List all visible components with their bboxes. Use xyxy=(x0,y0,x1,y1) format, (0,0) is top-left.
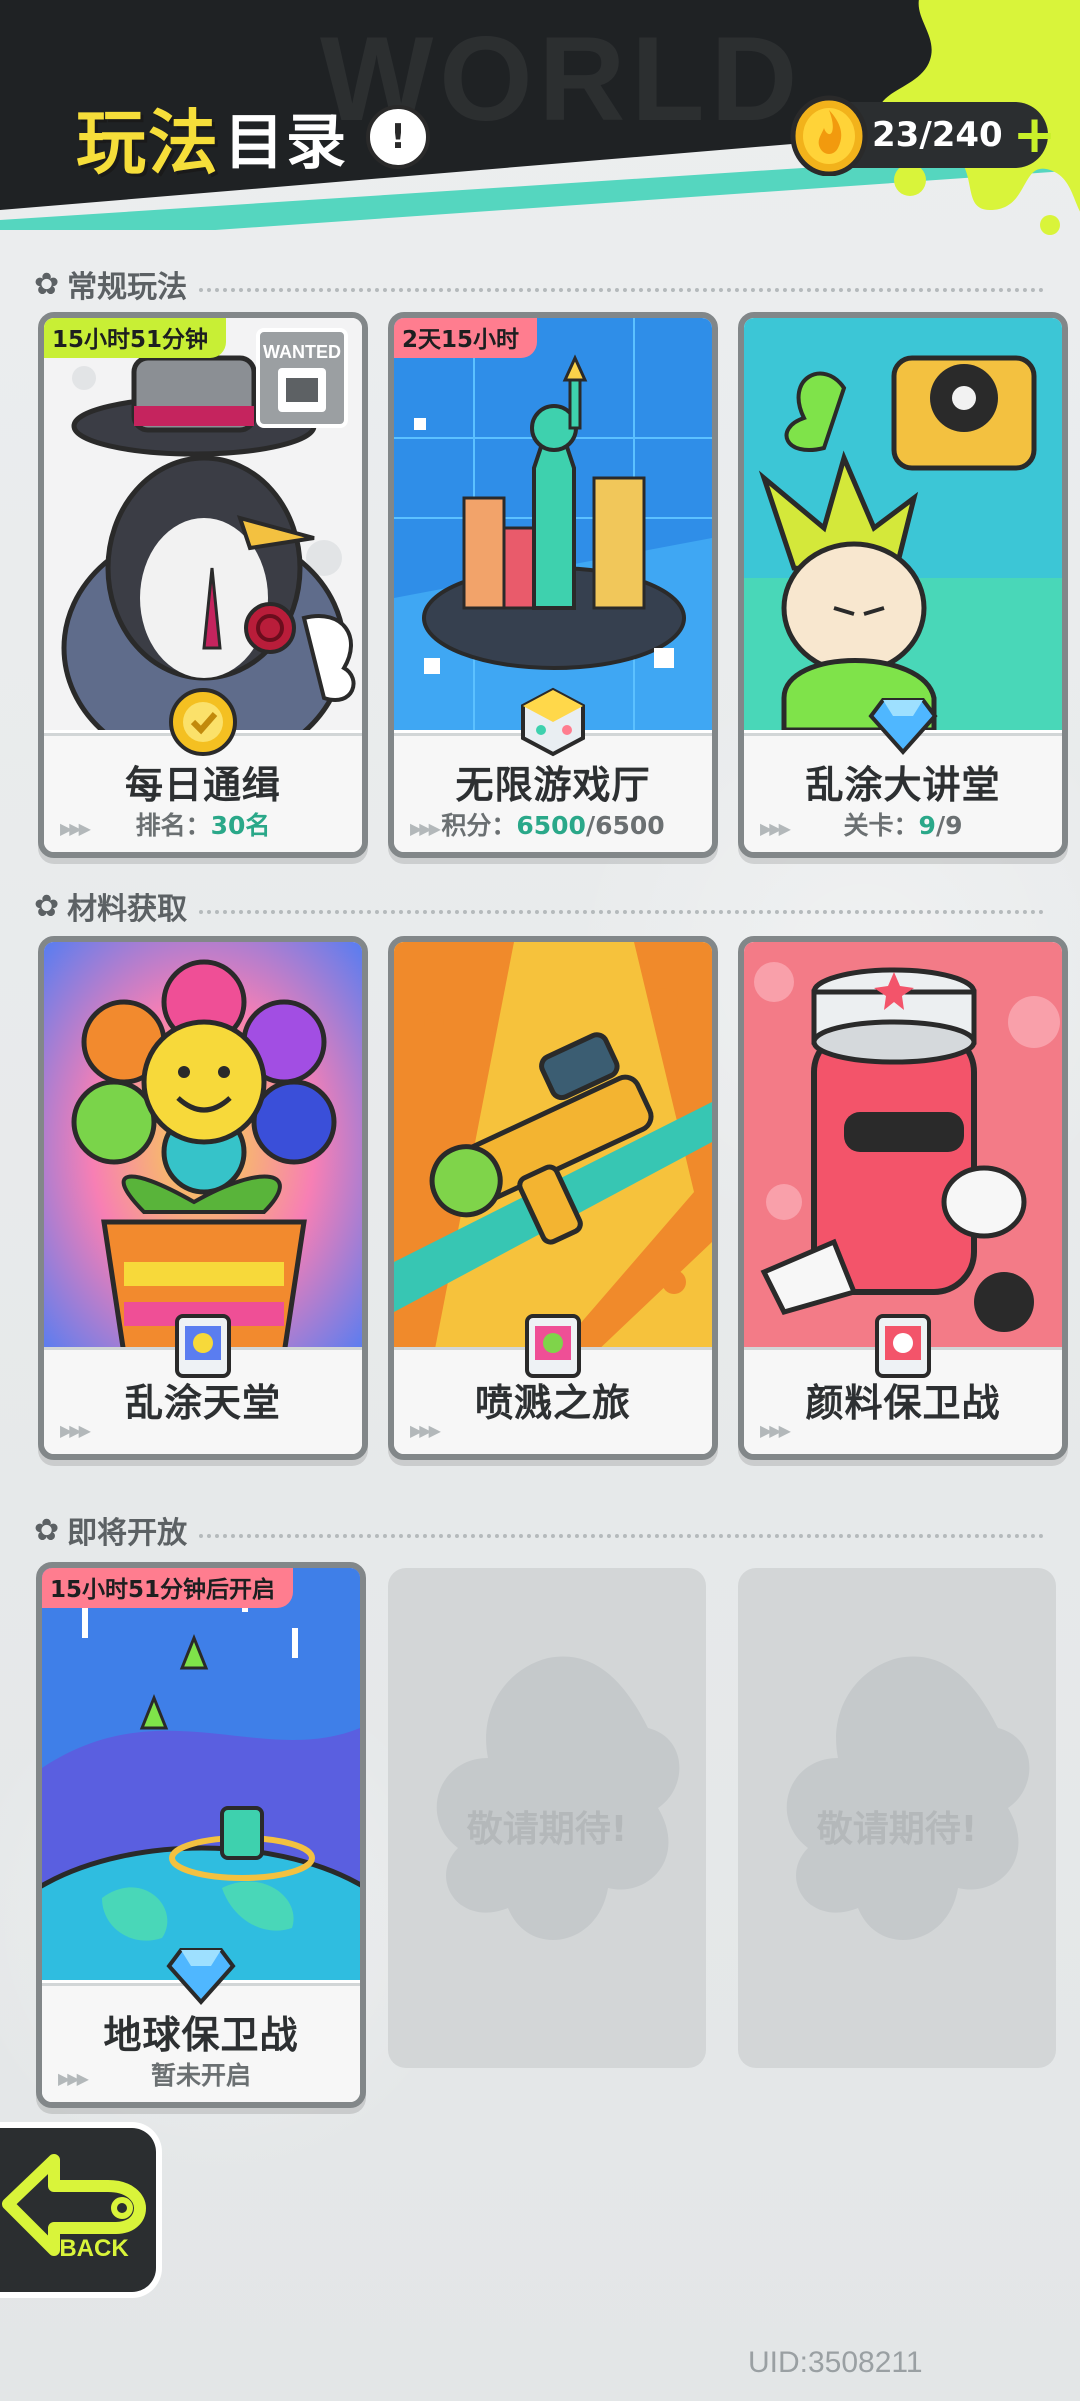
placeholder-card: 敬请期待! xyxy=(388,1568,706,2068)
arrows-icon: ▶▶▶ xyxy=(760,1421,791,1440)
page-title: 玩法 目录 ! xyxy=(76,92,430,184)
coming-soon-text: 敬请期待! xyxy=(816,1809,978,1850)
card-doodle-paradise[interactable]: 乱涂天堂 ▶▶▶ xyxy=(38,936,368,1460)
title-part1: 玩法 xyxy=(76,101,220,184)
arrows-icon: ▶▶▶ xyxy=(410,1421,441,1440)
section-title: 即将开放 xyxy=(67,1516,188,1551)
flower-icon: ✿ xyxy=(34,888,60,924)
user-id: UID:3508211 xyxy=(748,2346,923,2379)
card-infinite-arcade[interactable]: 2天15小时 无限游戏厅 积分：6500/6500 ▶▶▶ xyxy=(388,312,718,858)
paint-jar-illustration xyxy=(744,942,1062,1354)
back-button[interactable]: BACK xyxy=(0,2122,162,2298)
card-title: 地球保卫战 xyxy=(103,2013,299,2057)
gold-medal-icon xyxy=(169,688,237,756)
card-art-pigment-defense xyxy=(744,942,1062,1354)
card-score: 积分：6500/6500 xyxy=(394,806,712,842)
title-part2: 目录 xyxy=(224,107,348,178)
card-title: 每日通缉 xyxy=(124,763,281,807)
card-pigment-defense[interactable]: 颜料保卫战 ▶▶▶ xyxy=(738,936,1068,1460)
card-earth-defense[interactable]: 15小时51分钟后开启 地球保卫战 暂未开启 ▶▶▶ xyxy=(36,1562,366,2108)
score-total: /6500 xyxy=(585,811,665,840)
section-regular: ✿ 常规玩法 xyxy=(34,262,1044,306)
section-title: 材料获取 xyxy=(67,892,188,927)
arrows-icon: ▶▶▶ xyxy=(410,819,441,838)
doodle-character-illustration xyxy=(744,318,1062,730)
paint-blaster-illustration xyxy=(394,942,712,1354)
placeholder-card: 敬请期待! xyxy=(738,1568,1056,2068)
dice-cube-icon xyxy=(521,687,585,757)
card-art-doodle-lecture xyxy=(744,318,1062,730)
section-coming-soon: ✿ 即将开放 xyxy=(34,1508,1044,1552)
flower-icon: ✿ xyxy=(34,1512,60,1548)
arrows-icon: ▶▶▶ xyxy=(60,819,91,838)
level-total: /9 xyxy=(935,811,963,840)
rank-value: 30名 xyxy=(210,811,271,840)
statue-city-illustration xyxy=(394,318,712,730)
card-pack-icon xyxy=(525,1314,581,1378)
earth-defense-illustration xyxy=(42,1568,360,1980)
diamond-icon xyxy=(166,1948,236,2006)
level-label: 关卡： xyxy=(843,811,919,840)
card-art-infinite-arcade xyxy=(394,318,712,730)
arrows-icon: ▶▶▶ xyxy=(58,2069,89,2088)
card-level: 关卡：9/9 xyxy=(744,806,1062,842)
section-divider xyxy=(199,1534,1044,1538)
back-label: BACK xyxy=(59,2235,129,2262)
card-title: 无限游戏厅 xyxy=(455,763,651,807)
flame-coin-icon xyxy=(790,95,868,176)
card-doodle-lecture[interactable]: 乱涂大讲堂 关卡：9/9 ▶▶▶ xyxy=(738,312,1068,858)
add-energy-button[interactable]: + xyxy=(1013,109,1057,161)
diamond-icon xyxy=(868,698,938,756)
score-label: 积分： xyxy=(441,811,517,840)
card-art-doodle-paradise xyxy=(44,942,362,1354)
section-divider xyxy=(199,288,1044,292)
card-daily-wanted[interactable]: WANTED 15小时51分钟 每日通缉 排名：30名 ▶▶▶ xyxy=(38,312,368,858)
coming-soon-text: 敬请期待! xyxy=(466,1809,628,1850)
rank-label: 排名： xyxy=(135,811,211,840)
section-divider xyxy=(199,910,1044,914)
timer-tag: 2天15小时 xyxy=(394,318,538,358)
arrows-icon: ▶▶▶ xyxy=(760,819,791,838)
card-status: 暂未开启 xyxy=(150,2061,251,2090)
back-arrow-icon: BACK xyxy=(2,2154,146,2262)
card-art-splash-journey xyxy=(394,942,712,1354)
energy-value: 23/240 xyxy=(872,115,1003,155)
timer-tag: 15小时51分钟 xyxy=(44,318,227,358)
card-title: 乱涂大讲堂 xyxy=(805,763,1001,807)
wanted-text: WANTED xyxy=(263,342,341,362)
card-pack-icon xyxy=(875,1314,931,1378)
energy-counter: 23/240 + xyxy=(790,95,1056,176)
score-value: 6500 xyxy=(516,811,586,840)
arrows-icon: ▶▶▶ xyxy=(60,1421,91,1440)
level-value: 9 xyxy=(918,811,936,840)
smiling-flower-illustration xyxy=(44,942,362,1354)
card-rank: 排名：30名 xyxy=(44,806,362,842)
card-splash-journey[interactable]: 喷溅之旅 ▶▶▶ xyxy=(388,936,718,1460)
timer-tag: 15小时51分钟后开启 xyxy=(42,1568,294,1608)
card-art-earth-defense xyxy=(42,1568,360,1980)
wanted-poster-icon: WANTED xyxy=(256,328,348,428)
flower-icon: ✿ xyxy=(34,266,60,302)
info-icon[interactable]: ! xyxy=(366,105,430,169)
section-materials: ✿ 材料获取 xyxy=(34,884,1044,928)
card-pack-icon xyxy=(175,1314,231,1378)
section-title: 常规玩法 xyxy=(67,270,188,305)
